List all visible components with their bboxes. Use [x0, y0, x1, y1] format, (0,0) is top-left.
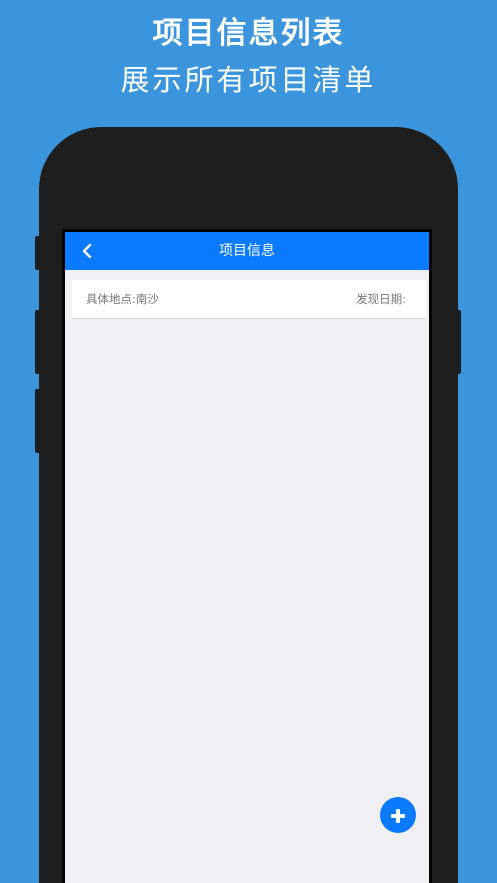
list-item-date: 发现日期:	[356, 292, 406, 306]
list-item-location: 具体地点:南沙	[86, 292, 159, 306]
chevron-left-icon	[81, 243, 93, 259]
promo-title: 项目信息列表	[152, 16, 345, 51]
navigation-bar: 项目信息	[65, 232, 429, 270]
promo-subtitle: 展示所有项目清单	[120, 63, 377, 97]
plus-icon	[391, 808, 405, 823]
add-project-button[interactable]	[380, 797, 416, 833]
promo-stage: 项目信息列表 展示所有项目清单 项目信息 具体地点:南沙 发现日期:	[0, 0, 497, 883]
page-title: 项目信息	[219, 243, 275, 259]
list-item[interactable]: 具体地点:南沙 发现日期:	[72, 280, 426, 319]
app-screen: 项目信息 具体地点:南沙 发现日期:	[65, 232, 429, 883]
phone-screen: 项目信息 具体地点:南沙 发现日期:	[62, 229, 432, 883]
back-button[interactable]	[73, 236, 101, 266]
